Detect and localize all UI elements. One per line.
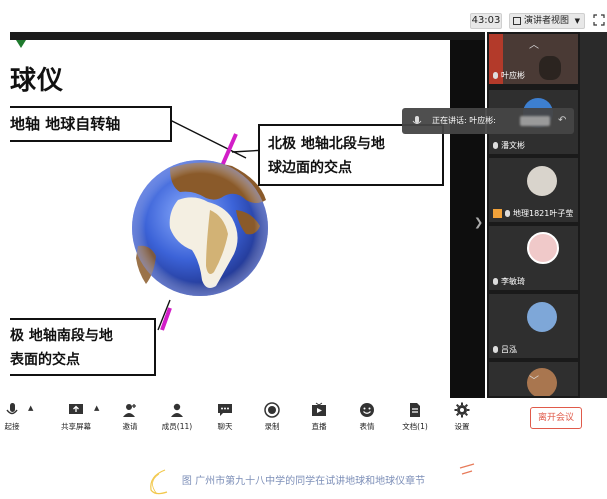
document-icon [410, 403, 420, 417]
chevron-down-icon[interactable]: ﹀ [529, 372, 539, 387]
toolbar-item-live[interactable]: 直播 [297, 402, 341, 436]
return-icon[interactable]: ↶ [558, 108, 566, 134]
participant-name: 叶应彬 [493, 70, 525, 81]
meeting-timer: 43:03 [470, 13, 502, 29]
mic-icon [493, 72, 498, 79]
toolbar-item-settings[interactable]: 设置 [440, 402, 484, 436]
callout-earth-axis: 地轴 地球自转轴 [10, 106, 172, 142]
blurred-content [520, 116, 550, 126]
callout-north-line-2: 球边面的交点 [268, 160, 352, 176]
chevron-up-icon[interactable]: ▲ [28, 404, 33, 412]
avatar [527, 232, 559, 264]
speaker-view-button[interactable]: 演讲者视图 ▼ [509, 13, 585, 29]
live-icon [312, 402, 326, 416]
avatar [539, 56, 561, 80]
callout-south-line-1: 极 地轴南段与地 [10, 328, 113, 344]
participant-name: 潘文彬 [493, 140, 525, 151]
callout-north-line-1: 北极 地轴北段与地 [268, 136, 385, 152]
earth-axis-north [220, 133, 238, 167]
speaker-view-label: 演讲者视图 [524, 16, 570, 26]
callout-south-line-2: 表面的交点 [10, 352, 80, 368]
toolbar-item-documents[interactable]: 文档(1) [393, 402, 437, 436]
participant-name: 地理1821叶子莹 [505, 208, 573, 219]
toolbar-item-record[interactable]: 录制 [250, 402, 294, 436]
participant-tile[interactable]: 吕泓 [489, 294, 578, 358]
share-screen-icon [69, 404, 83, 414]
members-icon [171, 403, 183, 417]
participant-tile[interactable]: 李敏琦 [489, 226, 578, 290]
emoji-icon [360, 403, 374, 417]
toolbar-item-emoji[interactable]: 表情 [345, 402, 389, 436]
fullscreen-icon[interactable] [593, 14, 605, 26]
participant-tile[interactable]: ︿ 叶应彬 [489, 34, 578, 84]
toolbar-item-invite[interactable]: 邀请 [108, 402, 152, 436]
record-icon [264, 402, 280, 418]
chevron-up-icon[interactable]: ▲ [94, 404, 99, 412]
chat-icon [218, 404, 232, 416]
settings-icon [454, 402, 470, 418]
participant-name: 李敏琦 [493, 276, 525, 287]
chevron-up-icon[interactable]: ︿ [529, 36, 539, 51]
panel-scrollbar[interactable] [580, 32, 607, 398]
chevron-right-icon[interactable]: ❯ [474, 216, 483, 229]
participant-panel: ︿ 叶应彬 潘文彬 地理1821叶子莹 李敏琦 吕泓 ﹀ [487, 32, 580, 398]
figure-caption: 图 广州市第九十八中学的同学在试讲地球和地球仪章节 [181, 476, 426, 487]
toolbar-item-members[interactable]: 成员(11) [155, 402, 199, 436]
mic-icon [412, 116, 422, 124]
speaking-text: 正在讲话: 叶应彬: [432, 116, 496, 125]
toolbar-item-share-screen[interactable]: 共享屏幕 ▲ [54, 402, 99, 436]
invite-icon [123, 404, 136, 417]
speaking-indicator: 正在讲话: 叶应彬: ↶ [402, 108, 574, 134]
callout-south-pole: 极 地轴南段与地 表面的交点 [10, 318, 156, 376]
slide-side-strip: ❯ [450, 40, 485, 398]
avatar [527, 166, 557, 196]
top-bar: 43:03 演讲者视图 ▼ [10, 10, 607, 32]
view-icon [513, 17, 521, 25]
shared-screen: 球仪 地轴 地球自转轴 北极 地轴北段与地 球边面的交点 极 地轴南段与地 表面… [10, 32, 485, 398]
mic-icon [6, 403, 18, 415]
mic-icon [493, 346, 498, 353]
participant-name: 吕泓 [493, 344, 517, 355]
mic-icon [493, 142, 498, 149]
meeting-window: 43:03 演讲者视图 ▼ 球仪 地轴 地球自转轴 北极 地轴北段与地 球边面的… [0, 0, 607, 499]
leave-meeting-button[interactable]: 离开会议 [530, 407, 582, 429]
mic-icon [505, 210, 510, 217]
chevron-down-icon: ▼ [574, 17, 580, 25]
mic-icon [493, 278, 498, 285]
bottom-toolbar: 起接 ▲ 共享屏幕 ▲ 邀请 成员(11) 聊天 录制 直播 表情 文档(1) … [5, 398, 607, 438]
participant-tile[interactable]: ﹀ [489, 362, 578, 396]
participant-tile[interactable]: 地理1821叶子莹 [489, 158, 578, 222]
user-icon [493, 209, 502, 218]
toolbar-item-chat[interactable]: 聊天 [203, 402, 247, 436]
slide-content: 球仪 地轴 地球自转轴 北极 地轴北段与地 球边面的交点 极 地轴南段与地 表面… [10, 40, 450, 398]
avatar [527, 302, 557, 332]
caption-decoration-right [459, 463, 475, 475]
toolbar-item-mic[interactable]: 起接 ▲ [0, 402, 34, 436]
